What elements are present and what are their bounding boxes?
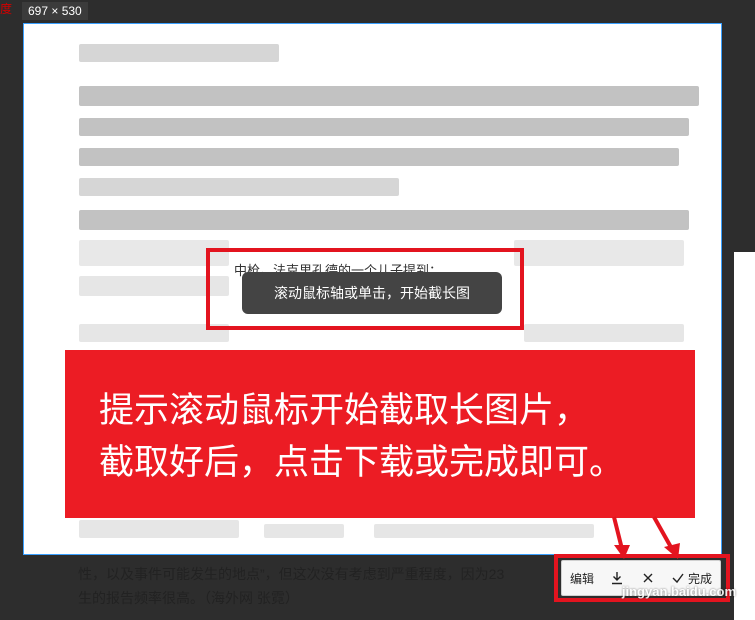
download-button[interactable] [610,571,624,585]
scroll-hint-tooltip: 滚动鼠标轴或单击，开始截长图 [242,272,502,314]
top-left-char: 度 [0,2,13,16]
blurred-text-line [79,86,699,106]
page-background-strip [734,252,755,620]
instruction-annotation: 提示滚动鼠标开始截取长图片， 截取好后，点击下载或完成即可。 [65,350,695,518]
article-line-1: 性，以及事件可能发生的地点”，但这次没有考虑到严重程度，因为23 [78,566,505,582]
blurred-text-line [79,44,279,62]
capture-size-badge: 697 × 530 [22,2,88,20]
blurred-text-line [79,178,399,196]
close-button[interactable] [641,571,655,585]
blurred-text-line [374,524,594,538]
article-line-2-main: 生的报告频率很高。（海外网 张霓） [78,590,299,606]
close-icon [641,571,655,585]
check-icon [671,571,685,585]
blurred-text-line [514,240,684,266]
blurred-text-line [79,118,689,136]
blurred-text-line [264,524,344,538]
blurred-text-line [79,148,679,166]
blurred-text-line [79,210,689,230]
download-icon [610,571,624,585]
annotation-line-1: 提示滚动鼠标开始截取长图片， [99,391,590,430]
blurred-text-line [79,520,239,538]
article-text-below: 性，以及事件可能发生的地点”，但这次没有考虑到严重程度，因为23 生的报告频率很… [78,562,558,610]
site-watermark: jingyan.baidu.com [621,584,736,599]
blurred-text-line [524,324,684,342]
annotation-line-2: 截取好后，点击下载或完成即可。 [99,443,625,482]
article-line-2: 生的报告频率很高。（海外网 张霓） [78,586,558,610]
